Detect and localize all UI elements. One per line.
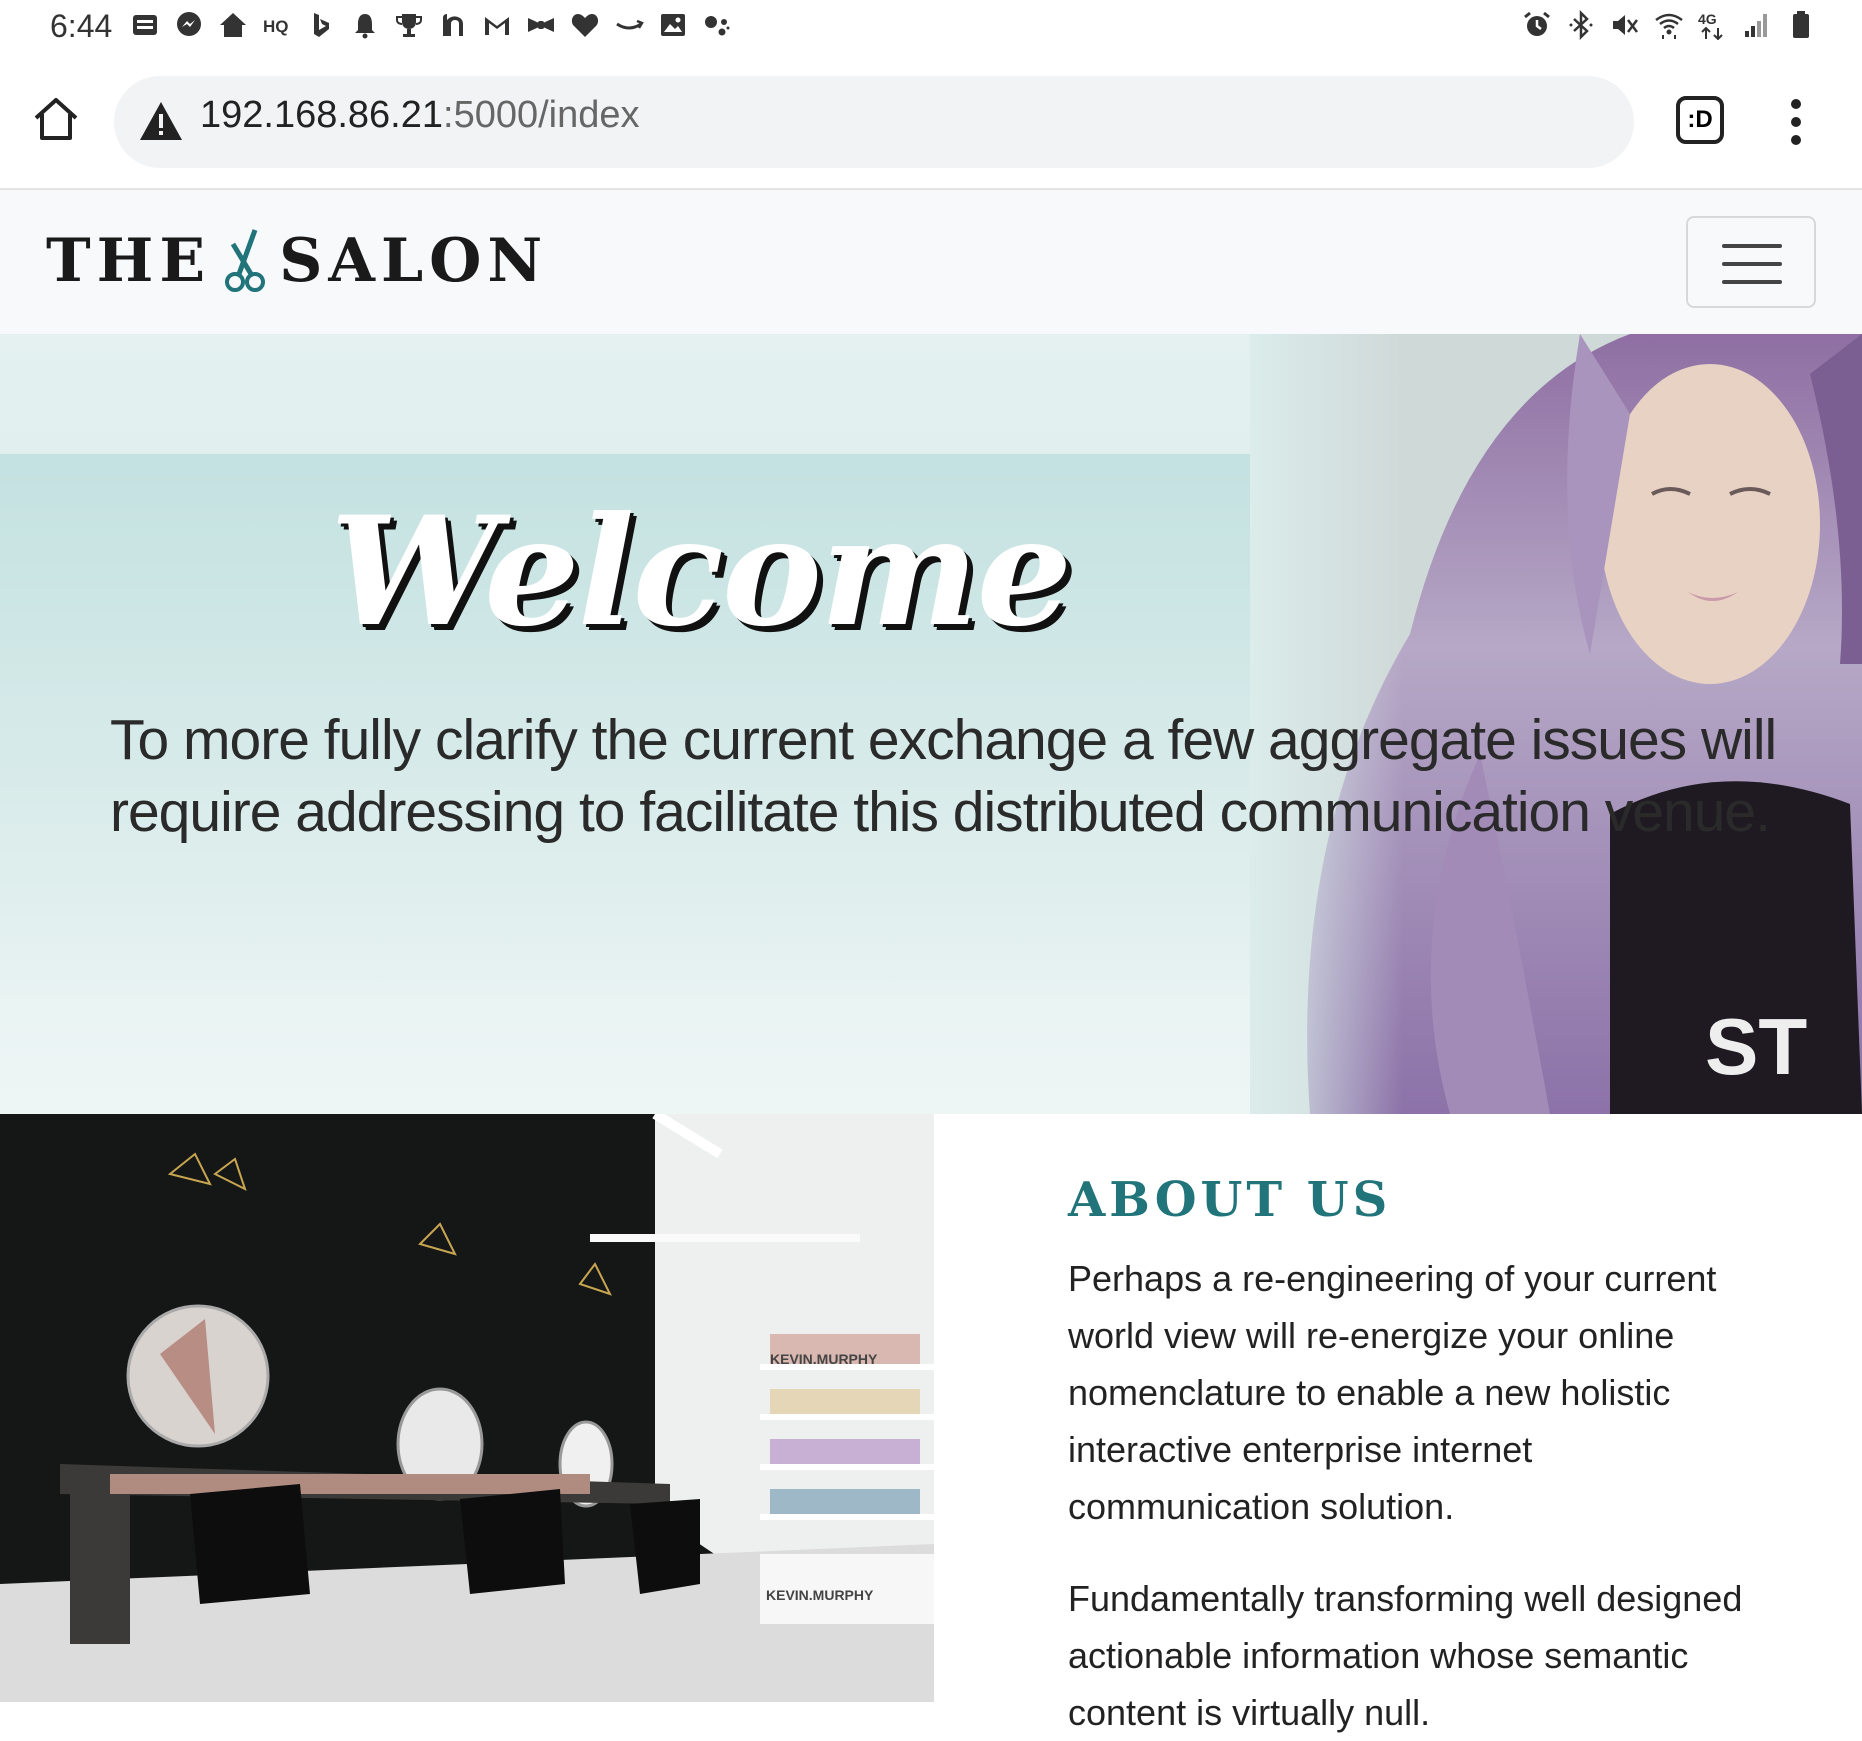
url-host: 192.168.86.21: [200, 94, 444, 136]
address-bar[interactable]: 192.168.86.21:5000/index: [114, 76, 1634, 168]
salon-interior-image: KEVIN.MURPHY KEVIN.MURPHY: [0, 1114, 934, 1702]
url-path: :5000/index: [443, 94, 640, 136]
bow-icon: [528, 18, 554, 32]
brand-logo[interactable]: THE SALON: [46, 226, 548, 296]
notification-icons: HQ: [130, 10, 732, 40]
app-icon: [443, 14, 463, 36]
bell-icon: [355, 14, 375, 39]
svg-text:4G: 4G: [1698, 11, 1717, 27]
gmail-icon: [485, 17, 509, 35]
battery-icon: [1793, 11, 1809, 38]
site-navbar: THE SALON: [0, 190, 1862, 334]
navbar-toggle-button[interactable]: [1686, 216, 1816, 308]
alarm-icon: [1524, 11, 1550, 36]
heart-icon: [571, 14, 599, 37]
hamburger-line: [1722, 280, 1782, 284]
wifi-icon: [1655, 13, 1683, 39]
warning-icon[interactable]: [138, 98, 184, 144]
status-time: 6:44: [50, 8, 113, 44]
assistant-icon: [705, 16, 730, 36]
home-icon[interactable]: [30, 94, 82, 146]
bing-icon: [314, 13, 329, 37]
svg-text:KEVIN.MURPHY: KEVIN.MURPHY: [766, 1587, 874, 1603]
news-icon: [133, 15, 157, 35]
browser-toolbar: 192.168.86.21:5000/index :D: [0, 58, 1862, 190]
gallery-icon: [661, 14, 685, 36]
bluetooth-icon: [1569, 10, 1593, 40]
scissors-icon: [225, 229, 266, 292]
svg-text:KEVIN.MURPHY: KEVIN.MURPHY: [770, 1351, 878, 1367]
status-bar: 6:44 HQ 4G: [0, 0, 1862, 58]
about-paragraph: Fundamentally transforming well designed…: [1068, 1578, 1743, 1733]
url-text[interactable]: 192.168.86.21:5000/index: [200, 94, 640, 137]
signal-icon: [1745, 14, 1767, 37]
messenger-icon: [177, 12, 201, 36]
about-section: KEVIN.MURPHY KEVIN.MURPHY ABOUT US Perha…: [0, 1114, 1862, 1733]
amazon-icon: [616, 19, 644, 30]
logo-text-right: SALON: [279, 226, 549, 296]
lte-icon: 4G: [1698, 11, 1723, 40]
logo-text-left: THE: [46, 226, 212, 296]
hero-subtitle: To more fully clarify the current exchan…: [110, 708, 1777, 844]
hero-title: Welcome: [330, 484, 1072, 660]
hamburger-line: [1722, 244, 1782, 248]
hamburger-line: [1722, 262, 1782, 266]
svg-text:HQ: HQ: [263, 17, 289, 36]
system-icons: 4G: [1522, 10, 1816, 40]
tab-switcher-button[interactable]: :D: [1676, 96, 1724, 144]
more-vert-icon[interactable]: [1780, 94, 1812, 150]
mute-icon: [1613, 15, 1638, 35]
hq-icon: HQ: [263, 17, 289, 36]
about-paragraph: Perhaps a re-engineering of your current…: [1068, 1258, 1717, 1527]
about-heading: ABOUT US: [1068, 1172, 1392, 1228]
trophy-icon: [396, 14, 422, 37]
hero-section: ST Welcome To more fully clarify the cur…: [0, 334, 1862, 1114]
home-app-icon: [220, 13, 246, 37]
